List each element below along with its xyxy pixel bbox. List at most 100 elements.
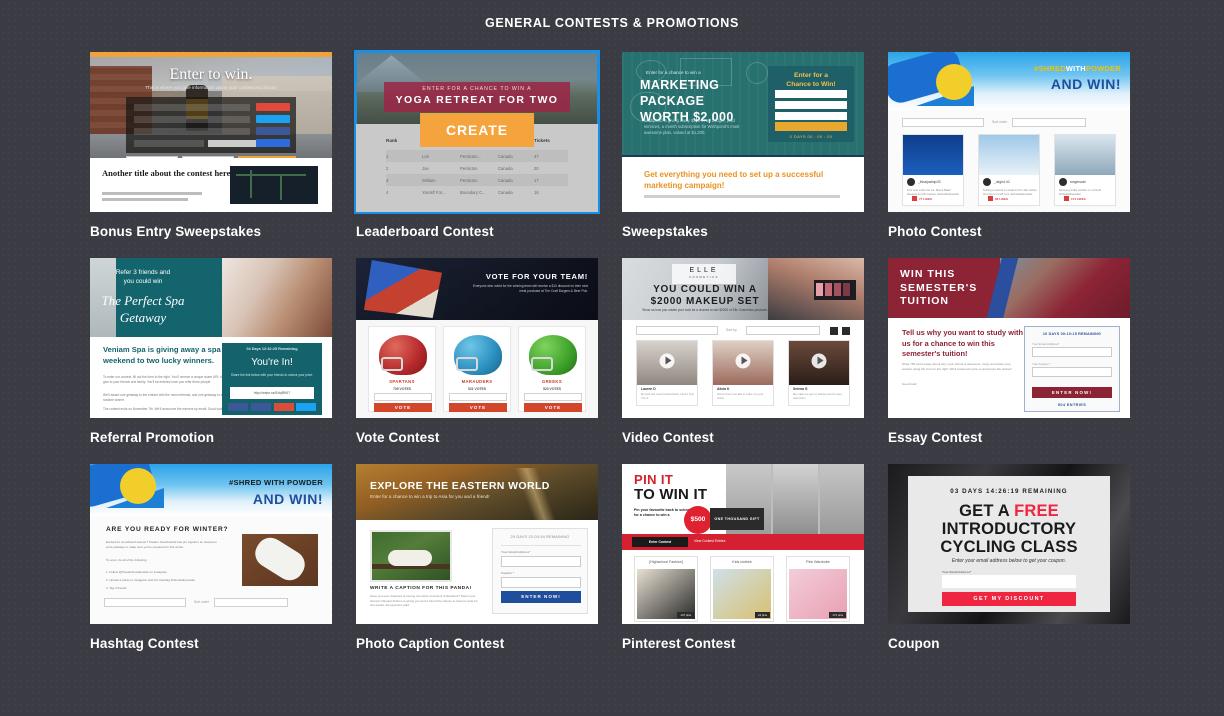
- vote-email-input[interactable]: [374, 393, 432, 401]
- share-button-share[interactable]: [251, 403, 271, 411]
- email-field[interactable]: [942, 575, 1076, 588]
- share-button-twitter[interactable]: [296, 403, 316, 411]
- template-card-photo-caption-contest[interactable]: EXPLORE THE EASTERN WORLD Enter for a ch…: [356, 464, 598, 651]
- preview-headline-1: PIN IT: [634, 472, 674, 487]
- email-field[interactable]: [1032, 347, 1112, 357]
- enter-now-button[interactable]: [775, 122, 847, 131]
- template-card-referral-promotion[interactable]: Refer 3 friends and you could win The Per…: [90, 258, 332, 445]
- template-card-coupon[interactable]: 03 DAYS 14:26:19 REMAINING GET A FREE IN…: [888, 464, 1130, 651]
- template-thumbnail[interactable]: WIN THIS SEMESTER'S TUITION Tell us why …: [888, 258, 1130, 418]
- template-label: Essay Contest: [888, 430, 983, 445]
- vote-button[interactable]: VOTE: [524, 403, 582, 412]
- preview-headline-1: YOU COULD WIN A: [653, 284, 757, 295]
- template-grid: Enter to win. This is where you give inf…: [0, 30, 1224, 651]
- template-card-sweepstakes[interactable]: Enter for a chance to win a MARKETING PA…: [622, 52, 864, 239]
- gallery-entry[interactable]: _thisisjustinjo33 First time under the i…: [902, 134, 964, 206]
- vote-option[interactable]: MARAUDERS 521 VOTES VOTE: [443, 326, 511, 412]
- vote-email-input[interactable]: [449, 393, 507, 401]
- share-url-field[interactable]: http://wshe.se/EdqRK67: [230, 387, 314, 399]
- template-card-pinterest-contest[interactable]: PIN IT TO WIN IT Pin your favourite back…: [622, 464, 864, 651]
- template-card-video-contest[interactable]: ELLE COSMETICS YOU COULD WIN A $2000 MAK…: [622, 258, 864, 445]
- template-thumbnail[interactable]: Refer 3 friends and you could win The Per…: [90, 258, 332, 418]
- template-card-bonus-entry-sweepstakes[interactable]: Enter to win. This is where you give inf…: [90, 52, 332, 239]
- search-input[interactable]: [104, 598, 186, 607]
- last-name-field[interactable]: [775, 101, 847, 109]
- template-thumbnail[interactable]: VOTE FOR YOUR TEAM! Everyone who voted f…: [356, 258, 598, 418]
- share-button-google[interactable]: [274, 403, 294, 411]
- boards-section: [Highschool Fashion] 147 pins Kids cloth…: [622, 550, 864, 624]
- preview-headline-1: MARKETING: [640, 78, 720, 92]
- template-card-photo-contest[interactable]: #SHREDWITHPOWDER AND WIN! Sort order _th…: [888, 52, 1130, 239]
- preview-headline: AND WIN!: [252, 491, 323, 507]
- template-thumbnail[interactable]: ENTER FOR A CHANCE TO WIN A YOGA RETREAT…: [354, 50, 600, 214]
- preview-body: Show us how you create your look for a c…: [642, 308, 768, 312]
- countdown: 0 DAYS 00 : 00 : 00: [789, 134, 833, 139]
- board-tile[interactable]: [Highschool Fashion] 147 pins: [634, 556, 698, 622]
- hero-photo: PIN IT TO WIN IT Pin your favourite back…: [622, 464, 864, 543]
- vote-button[interactable]: VOTE: [374, 403, 432, 412]
- vote-option[interactable]: SPARTANS 739 VOTES VOTE: [368, 326, 436, 412]
- template-thumbnail[interactable]: Enter for a chance to win a MARKETING PA…: [622, 52, 864, 212]
- panel-title: You're In!: [251, 357, 293, 368]
- template-thumbnail[interactable]: PIN IT TO WIN IT Pin your favourite back…: [622, 464, 864, 624]
- grid-view-icon[interactable]: [830, 327, 838, 335]
- preview-subhead: Enter for a chance to win a trip to Asia…: [370, 494, 490, 499]
- countdown: 29 DAYS 22:00:34 REMAINING: [510, 535, 570, 539]
- entry-form[interactable]: 10 DAYS 00:10:15 REMAINING Your Email Ad…: [1024, 326, 1120, 412]
- preview-headline: GET A FREE INTRODUCTORY CYCLING CLASS: [940, 502, 1078, 556]
- preview-headline-2: $2000 MAKEUP SET: [650, 296, 760, 307]
- sort-select[interactable]: [746, 326, 820, 335]
- panda-image: [370, 530, 452, 582]
- answer-field[interactable]: [1032, 367, 1112, 377]
- table-header-rank: Rank: [386, 138, 398, 143]
- template-label: Referral Promotion: [90, 430, 215, 445]
- template-card-hashtag-contest[interactable]: #SHRED WITH POWDER AND WIN! ARE YOU READ…: [90, 464, 332, 651]
- list-view-icon[interactable]: [842, 327, 850, 335]
- template-card-essay-contest[interactable]: WIN THIS SEMESTER'S TUITION Tell us why …: [888, 258, 1130, 445]
- board-tile[interactable]: Kids clothes 24 pins: [710, 556, 774, 622]
- template-thumbnail[interactable]: ELLE COSMETICS YOU COULD WIN A $2000 MAK…: [622, 258, 864, 418]
- enter-now-button[interactable]: ENTER NOW!: [1032, 387, 1112, 398]
- share-button-facebook[interactable]: [228, 403, 248, 411]
- panel-sub: Share the link below with your friends t…: [230, 373, 314, 377]
- video-entry[interactable]: Lauren D My look has never looked better…: [636, 340, 698, 406]
- sort-select[interactable]: [1012, 118, 1086, 127]
- gallery-entry[interactable]: rangerscde Spraying a little powder on a…: [1054, 134, 1116, 206]
- video-entry[interactable]: Selena G Me make me get my lashes just t…: [788, 340, 850, 406]
- preview-headline: EXPLORE THE EASTERN WORLD: [370, 480, 550, 492]
- board-tile[interactable]: Pink Wardrobe 171 pins: [786, 556, 850, 622]
- coupon-panel: 03 DAYS 14:26:19 REMAINING GET A FREE IN…: [908, 476, 1110, 612]
- sort-select[interactable]: [214, 598, 288, 607]
- search-input[interactable]: [636, 326, 718, 335]
- get-discount-button[interactable]: GET MY DISCOUNT: [942, 592, 1076, 606]
- lower-title: Another title about the contest here.: [102, 168, 233, 178]
- template-card-leaderboard-contest[interactable]: ENTER FOR A CHANCE TO WIN A YOGA RETREAT…: [354, 50, 600, 239]
- table-row: 2 Joe Penticton Canada 20: [386, 166, 539, 171]
- countdown: 03 DAYS 14:26:19 REMAINING: [950, 488, 1068, 495]
- vote-button[interactable]: VOTE: [449, 403, 507, 412]
- vote-email-input[interactable]: [524, 393, 582, 401]
- template-card-vote-contest[interactable]: VOTE FOR YOUR TEAM! Everyone who voted f…: [356, 258, 598, 445]
- caption-field[interactable]: [501, 577, 581, 588]
- entry-form[interactable]: Enter for a Chance to Win! 0 DAYS 00 : 0…: [768, 66, 854, 142]
- email-field[interactable]: [775, 112, 847, 120]
- template-thumbnail[interactable]: 03 DAYS 14:26:19 REMAINING GET A FREE IN…: [888, 464, 1130, 624]
- search-input[interactable]: [902, 118, 984, 127]
- template-thumbnail[interactable]: #SHREDWITHPOWDER AND WIN! Sort order _th…: [888, 52, 1130, 212]
- video-entry[interactable]: Alicia K Here's how I use Elle to make m…: [712, 340, 774, 406]
- create-button[interactable]: CREATE: [420, 113, 534, 147]
- tab-bar: Enter Contest View Contest Entries: [622, 534, 864, 550]
- template-thumbnail[interactable]: #SHRED WITH POWDER AND WIN! ARE YOU READ…: [90, 464, 332, 624]
- gift-card-graphic: ONE THOUSAND GIFT CARD: [710, 508, 764, 543]
- vote-option[interactable]: GREEKS 523 VOTES VOTE: [518, 326, 586, 412]
- enter-now-button[interactable]: ENTER NOW!: [501, 591, 581, 603]
- first-name-field[interactable]: [775, 90, 847, 98]
- template-thumbnail[interactable]: Enter to win. This is where you give inf…: [90, 52, 332, 212]
- entry-form[interactable]: 29 DAYS 22:00:34 REMAINING Your Email Ad…: [492, 528, 588, 614]
- gallery-entry[interactable]: _ridgin1 #2 Testing a second co-scale fo…: [978, 134, 1040, 206]
- template-thumbnail[interactable]: EXPLORE THE EASTERN WORLD Enter for a ch…: [356, 464, 598, 624]
- email-field[interactable]: [501, 556, 581, 567]
- template-label: Vote Contest: [356, 430, 440, 445]
- tab-enter-contest[interactable]: Enter Contest: [632, 537, 688, 547]
- tab-view-entries[interactable]: View Contest Entries: [694, 539, 725, 543]
